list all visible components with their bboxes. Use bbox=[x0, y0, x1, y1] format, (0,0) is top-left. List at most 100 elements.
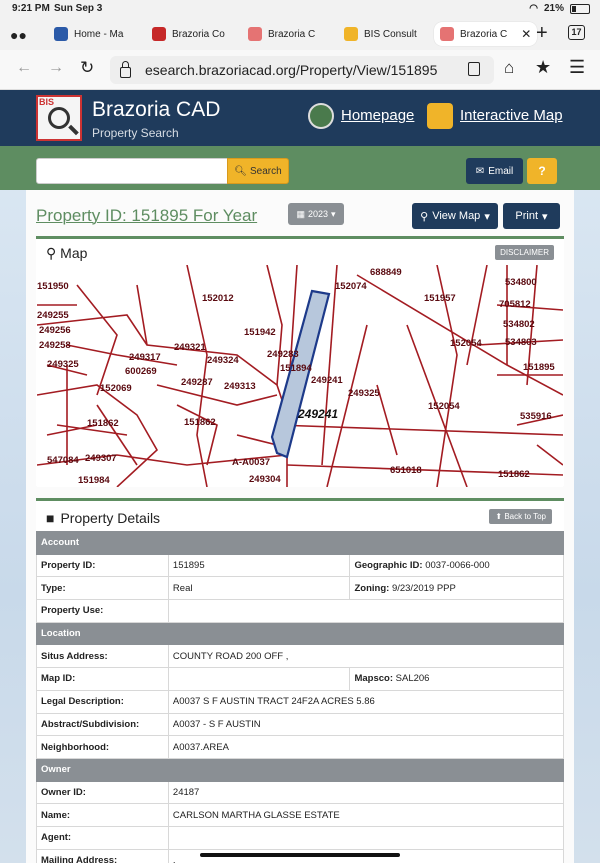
table-section-row: Location bbox=[36, 621, 564, 646]
compass-icon bbox=[344, 27, 358, 41]
disclaimer-button[interactable]: DISCLAIMER bbox=[495, 245, 554, 260]
home-indicator[interactable] bbox=[200, 853, 400, 857]
bis-logo[interactable]: BIS bbox=[36, 95, 82, 141]
property-panel: Property ID: 151895 For Year ▦ 2023 ▾ ⚲ … bbox=[26, 190, 574, 863]
close-tab-icon[interactable]: ✕ bbox=[521, 27, 531, 41]
help-button[interactable]: ? bbox=[527, 158, 557, 184]
bookmark-star-icon[interactable]: ★ bbox=[535, 57, 551, 78]
table-row: Name: CARLSON MARTHA GLASSE ESTATE bbox=[36, 803, 565, 827]
tab-home[interactable]: Home - Ma bbox=[54, 22, 123, 46]
bookmark-icon: ■ bbox=[46, 510, 55, 526]
map-marker-icon: ⚲ bbox=[46, 245, 57, 261]
tab-brazoria-county[interactable]: Brazoria Co bbox=[152, 22, 225, 46]
parcel-label: 152012 bbox=[202, 293, 234, 304]
table-row: Situs Address: COUNTY ROAD 200 OFF , bbox=[36, 644, 565, 669]
address-bar: ← → ↻ esearch.brazoriacad.org/Property/V… bbox=[0, 50, 600, 90]
tab-label: Home - Ma bbox=[74, 28, 124, 40]
tab-count-button[interactable]: 17 bbox=[568, 25, 585, 40]
parcel-label: 151895 bbox=[523, 362, 555, 373]
parcel-label: 151957 bbox=[424, 293, 456, 304]
parcel-label: 249325 bbox=[47, 359, 79, 370]
texas-star-icon[interactable] bbox=[308, 103, 334, 129]
status-time: 9:21 PM bbox=[12, 3, 50, 14]
parcel-label: 600269 bbox=[125, 366, 157, 377]
parcel-label: 651018 bbox=[390, 465, 422, 476]
details-heading-label: Property Details bbox=[60, 510, 161, 526]
texas-flag-icon bbox=[54, 27, 68, 41]
parcel-label: 534803 bbox=[505, 337, 537, 348]
site-header: BIS Brazoria CAD Property Search Homepag… bbox=[0, 90, 600, 146]
battery-percent: 21% bbox=[543, 3, 564, 14]
table-row: Property Use: bbox=[36, 599, 565, 623]
status-bar: 9:21 PM Sun Sep 3 ◠ 21% bbox=[0, 0, 600, 18]
details-heading: ■ Property Details bbox=[46, 510, 160, 526]
magnifier-icon bbox=[48, 107, 70, 129]
print-label: Print bbox=[515, 210, 539, 222]
property-title: Property ID: 151895 For Year bbox=[36, 206, 258, 225]
reader-mode-icon[interactable] bbox=[468, 62, 480, 76]
parcel-label: 249283 bbox=[267, 349, 299, 360]
email-button[interactable]: ✉ Email bbox=[466, 158, 523, 184]
tab-brazoria-cad-active[interactable]: Brazoria C ✕ bbox=[434, 22, 538, 46]
tab-bis-consult[interactable]: BIS Consult bbox=[344, 22, 417, 46]
parcel-label: 249324 bbox=[207, 355, 239, 366]
back-arrow-icon[interactable]: ← bbox=[16, 59, 32, 77]
tab-label: BIS Consult bbox=[364, 28, 417, 40]
wifi-icon: ◠ bbox=[529, 3, 538, 14]
view-map-label: View Map bbox=[432, 210, 481, 222]
parcel-label: A-A0037 bbox=[232, 457, 270, 468]
parcel-label: 534802 bbox=[503, 319, 535, 330]
url-field[interactable]: esearch.brazoriacad.org/Property/View/15… bbox=[110, 56, 494, 84]
caret-down-icon: ▾ bbox=[484, 210, 490, 223]
arrow-up-icon: ⬆ bbox=[495, 512, 503, 521]
caret-down-icon: ▾ bbox=[542, 210, 548, 223]
bis-logo-icon bbox=[440, 27, 454, 41]
back-to-top-label: Back to Top bbox=[504, 512, 546, 521]
parcel-label: 249317 bbox=[129, 352, 161, 363]
home-icon[interactable]: ⌂ bbox=[504, 58, 514, 78]
battery-icon bbox=[570, 3, 590, 14]
tab-label: Brazoria C bbox=[268, 28, 316, 40]
email-button-label: Email bbox=[488, 165, 514, 177]
search-button[interactable]: 🔍︎ Search bbox=[227, 158, 289, 184]
view-map-button[interactable]: ⚲ View Map ▾ bbox=[412, 203, 498, 229]
table-row: Type: Real Zoning: 9/23/2019 PPP bbox=[36, 576, 564, 601]
tab-brazoria-cad[interactable]: Brazoria C bbox=[248, 22, 315, 46]
caret-down-icon: ▾ bbox=[331, 208, 336, 219]
table-row: Neighborhood: A0037.AREA bbox=[36, 735, 565, 759]
print-button[interactable]: Print ▾ bbox=[503, 203, 560, 229]
status-date: Sun Sep 3 bbox=[54, 3, 103, 14]
parcel-label: 152054 bbox=[428, 401, 460, 412]
parcel-label: 151950 bbox=[37, 281, 69, 292]
abstract-label: 249241 bbox=[297, 407, 338, 421]
search-button-label: Search bbox=[250, 165, 282, 177]
year-dropdown[interactable]: ▦ 2023 ▾ bbox=[288, 203, 344, 225]
forward-arrow-icon[interactable]: → bbox=[48, 59, 64, 77]
parcel-label: 547084 bbox=[47, 455, 79, 466]
table-section-row: Account bbox=[36, 531, 564, 555]
parcel-label: 152069 bbox=[100, 383, 132, 394]
new-tab-icon[interactable]: + bbox=[536, 22, 548, 45]
search-strip: 🔍︎ Search ✉ Email ? bbox=[0, 146, 600, 190]
map-marker-icon: ⚲ bbox=[420, 210, 429, 223]
tab-label: Brazoria C bbox=[460, 28, 508, 40]
parcel-label: 249321 bbox=[174, 342, 206, 353]
parcel-map[interactable]: 688849 534800 151950 152012 152074 15195… bbox=[37, 265, 563, 487]
interactive-map-link[interactable]: Interactive Map bbox=[460, 107, 563, 124]
back-to-top-button[interactable]: ⬆ Back to Top bbox=[489, 509, 552, 524]
parcel-label: 151862 bbox=[498, 469, 530, 480]
menu-icon[interactable]: ☰ bbox=[569, 57, 585, 78]
parcel-label: 249304 bbox=[249, 474, 281, 485]
homepage-link[interactable]: Homepage bbox=[341, 107, 414, 124]
reload-icon[interactable]: ↻ bbox=[80, 58, 94, 78]
map-section: ⚲ Map DISCLAIMER 688849 534800 151950 15… bbox=[36, 236, 564, 487]
private-mask-icon[interactable]: ●● bbox=[10, 27, 27, 43]
parcel-label: 152074 bbox=[335, 281, 367, 292]
parcel-label: 249241 bbox=[311, 375, 343, 386]
lock-icon bbox=[120, 60, 131, 78]
compass-icon[interactable] bbox=[427, 103, 453, 129]
search-input[interactable] bbox=[36, 158, 228, 184]
year-value: 2023 bbox=[307, 209, 328, 219]
parcel-label: 535916 bbox=[520, 411, 552, 422]
search-icon: 🔍︎ bbox=[234, 165, 247, 177]
